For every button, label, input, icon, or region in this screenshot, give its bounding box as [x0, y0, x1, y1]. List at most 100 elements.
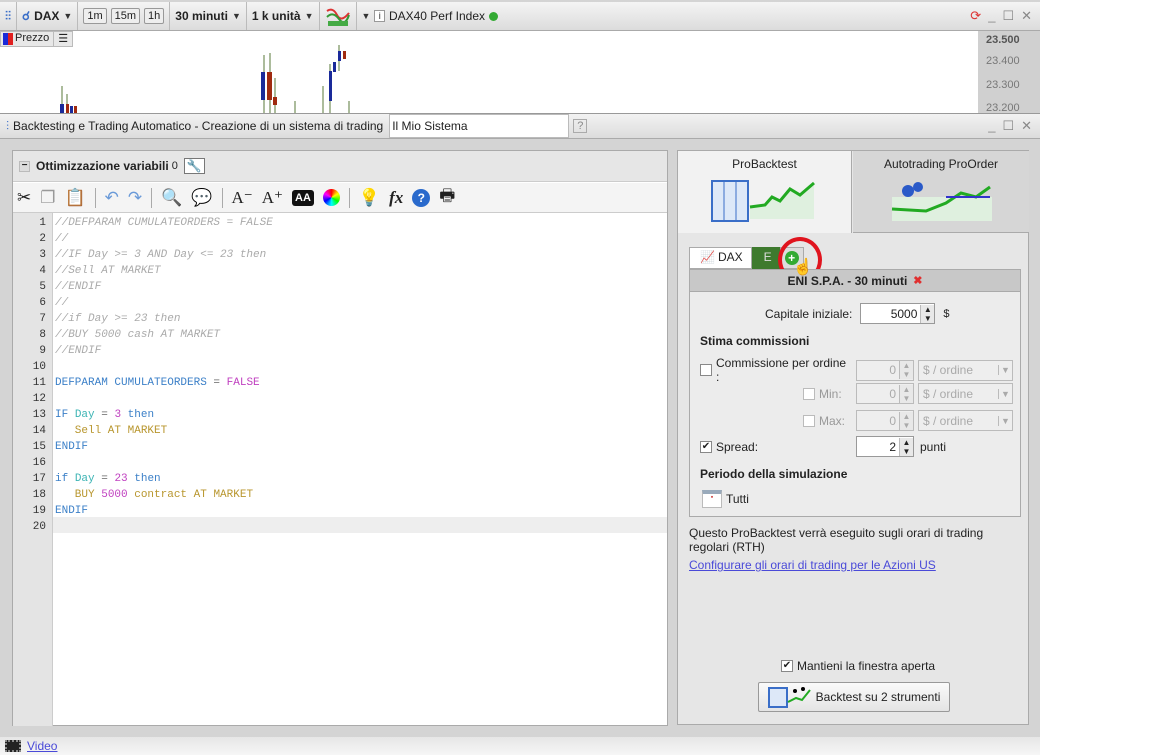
code-token: Day	[74, 409, 95, 421]
code-line[interactable]: DEFPARAM CUMULATEORDERS = FALSE	[55, 375, 260, 391]
capital-stepper[interactable]: 5000 ▲ ▼	[860, 303, 936, 324]
info-icon[interactable]: i	[374, 10, 385, 22]
units-select[interactable]: 1 k unità ▼	[247, 2, 320, 30]
cut-icon[interactable]: ✂	[17, 188, 31, 208]
font-increase-icon[interactable]: A⁺	[262, 188, 283, 208]
min-unit-select[interactable]: $ / ordine ▼	[918, 383, 1013, 404]
code-line[interactable]: //BUY 5000 cash AT MARKET	[55, 327, 220, 343]
function-icon[interactable]: fx	[389, 188, 403, 208]
code-line[interactable]: ENDIF	[55, 439, 88, 455]
code-line[interactable]: //	[55, 231, 68, 247]
comment-icon[interactable]: 💬	[191, 188, 212, 208]
keep-open-checkbox[interactable]: ✔	[781, 660, 793, 672]
minimize-icon[interactable]: _	[988, 8, 995, 24]
max-stepper[interactable]: 0 ▲ ▼	[856, 410, 914, 431]
commission-unit-select[interactable]: $ / ordine ▼	[918, 359, 1013, 381]
redo-icon[interactable]: ↷	[128, 188, 142, 208]
chevron-down-icon: ▼	[998, 365, 1012, 375]
close-icon[interactable]: ✕	[1021, 118, 1032, 134]
divider	[151, 187, 153, 208]
min-stepper[interactable]: 0 ▲ ▼	[856, 383, 914, 404]
tab-label: DAX	[717, 250, 743, 264]
spread-checkbox[interactable]: ✔	[700, 440, 712, 453]
code-line[interactable]: ENDIF	[55, 503, 88, 519]
tab-autotrading-proorder[interactable]: Autotrading ProOrder	[853, 151, 1029, 233]
link-icon[interactable]: ☌	[22, 9, 30, 23]
period-select[interactable]: 30 minuti ▼	[170, 2, 247, 30]
timeframe-15m[interactable]: 15m	[110, 8, 141, 24]
code-line[interactable]: //Sell AT MARKET	[55, 263, 161, 279]
chart-legend[interactable]: Prezzo ☰	[0, 31, 74, 47]
indicators-button[interactable]	[320, 2, 357, 30]
max-unit-select[interactable]: $ / ordine ▼	[918, 410, 1013, 431]
rth-note: Questo ProBacktest verrà eseguito sugli …	[689, 526, 984, 554]
chart-icon: 📈	[700, 250, 715, 264]
code-line[interactable]: Sell AT MARKET	[55, 423, 167, 439]
run-backtest-button[interactable]: Backtest su 2 strumenti	[758, 682, 950, 712]
commission-stepper[interactable]: 0 ▲ ▼	[856, 359, 914, 381]
min-checkbox[interactable]	[803, 387, 815, 400]
capital-value: 5000	[890, 306, 918, 321]
lightbulb-icon[interactable]: 💡	[359, 188, 380, 208]
code-line[interactable]: //IF Day >= 3 AND Day <= 23 then	[55, 247, 266, 263]
configure-hours-link[interactable]: Configurare gli orari di trading per le …	[689, 558, 936, 572]
code-line[interactable]: BUY 5000 contract AT MARKET	[55, 487, 253, 503]
font-style-icon[interactable]: AA	[292, 189, 314, 206]
timeframe-1h[interactable]: 1h	[144, 8, 165, 24]
search-icon[interactable]: 🔍	[161, 188, 182, 208]
code-line[interactable]: if Day = 23 then	[55, 471, 161, 487]
minimize-icon[interactable]: _	[988, 118, 995, 134]
instrument-tab-dax[interactable]: 📈 DAX	[689, 247, 752, 269]
copy-icon[interactable]: ❐	[40, 188, 55, 208]
commission-checkbox[interactable]	[700, 364, 712, 376]
help-icon[interactable]: ?	[412, 188, 431, 207]
instrument-tab-eni[interactable]: E	[751, 247, 780, 269]
collapse-icon[interactable]: −	[19, 160, 30, 172]
refresh-icon[interactable]: ⟳	[970, 8, 981, 24]
spread-unit: punti	[920, 439, 947, 454]
chevron-down-icon[interactable]: ▼	[63, 11, 72, 21]
print-icon[interactable]: 🖶	[439, 183, 455, 212]
line-number: 18	[32, 489, 46, 501]
wrench-icon[interactable]: 🔧	[183, 158, 205, 174]
tab-probacktest[interactable]: ProBacktest	[678, 151, 852, 233]
line-number: 7	[39, 313, 46, 325]
timeframe-1m[interactable]: 1m	[83, 8, 107, 24]
code-token: if	[55, 473, 75, 485]
price-axis[interactable]: 23.500 23.400 23.300 23.200	[978, 31, 1040, 114]
font-decrease-icon[interactable]: A⁻	[232, 188, 253, 208]
chevron-down-icon[interactable]: ▼	[362, 11, 371, 21]
code-line[interactable]: //if Day >= 23 then	[55, 311, 180, 327]
code-area[interactable]: 1//DEFPARAM CUMULATEORDERS = FALSE 2//3//…	[33, 213, 667, 726]
max-checkbox[interactable]	[803, 414, 815, 427]
code-line[interactable]: IF Day = 3 then	[55, 407, 154, 423]
system-name-input[interactable]: Il Mio Sistema	[389, 114, 570, 138]
instrument-select[interactable]: DAX	[34, 9, 59, 23]
color-wheel-icon[interactable]	[322, 189, 340, 206]
maximize-icon[interactable]: ☐	[1002, 8, 1014, 24]
divider	[94, 187, 96, 208]
line-number: 5	[39, 281, 46, 293]
code-line[interactable]: //DEFPARAM CUMULATEORDERS = FALSE	[55, 215, 273, 231]
status-dot-icon	[489, 11, 498, 21]
code-token: //Sell AT MARKET	[55, 265, 161, 277]
paste-icon[interactable]: 📋	[65, 188, 86, 208]
close-icon[interactable]: ✕	[1021, 8, 1032, 24]
line-number: 17	[32, 473, 46, 485]
commission-value: 0	[889, 363, 896, 377]
period-select[interactable]: ▪ Tutti	[702, 490, 749, 508]
code-line[interactable]: //ENDIF	[55, 279, 101, 295]
line-number: 11	[32, 377, 46, 389]
candlestick-icon[interactable]: ⫶⫶	[0, 2, 18, 30]
code-line[interactable]: //	[55, 295, 68, 311]
list-icon[interactable]: ☰	[53, 32, 72, 46]
undo-icon[interactable]: ↶	[105, 188, 119, 208]
spread-stepper[interactable]: 2 ▲ ▼	[856, 436, 914, 457]
code-line[interactable]: //ENDIF	[55, 343, 101, 359]
help-icon[interactable]: ?	[573, 119, 588, 133]
price-chart[interactable]	[0, 31, 1040, 113]
maximize-icon[interactable]: ☐	[1002, 118, 1014, 134]
video-link[interactable]: Video	[27, 739, 57, 753]
instrument-name: DAX40 Perf Index	[388, 9, 485, 23]
remove-icon[interactable]: ✖	[913, 274, 922, 287]
